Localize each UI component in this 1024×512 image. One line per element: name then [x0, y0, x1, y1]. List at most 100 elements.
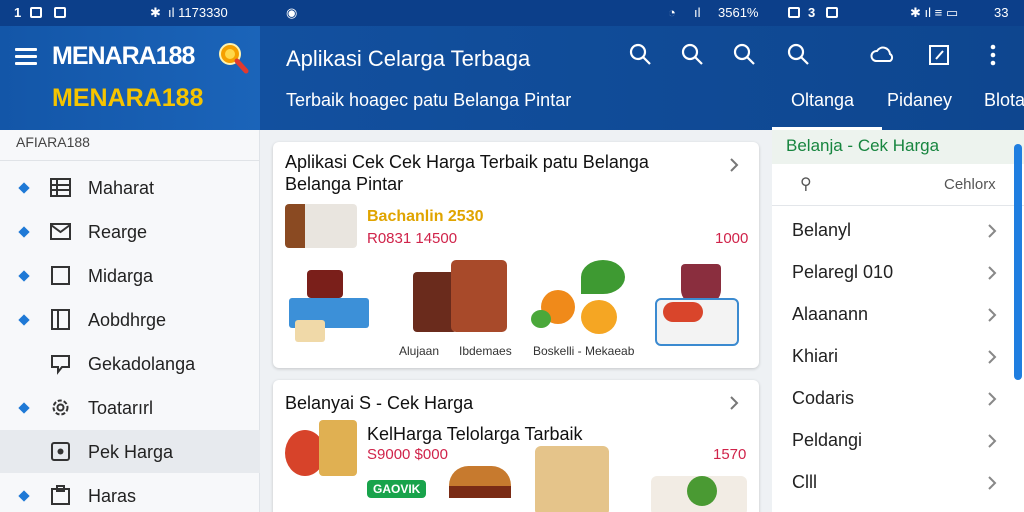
status-square-icon-3: [788, 5, 800, 20]
chat-icon: [51, 355, 70, 375]
nav-item-label: Pek Harga: [88, 442, 174, 462]
deal-title: KelHarga Telolarga Tarbaik: [367, 424, 583, 444]
status-bar: 1 ✱ ıl 1173330 ◉ ◔ ıl 3561% 3 ✱ ıl ≡ ▭ 3…: [0, 0, 1024, 26]
status-right-number: 3: [808, 5, 816, 20]
category-item[interactable]: Peldangi: [772, 420, 1012, 462]
deal-title: Bachanlin 2530: [367, 208, 484, 225]
nav-bullet-icon: [18, 182, 30, 194]
divider: [0, 160, 260, 161]
chevron-right-icon: [988, 434, 997, 448]
product-caption: Alujaan: [399, 344, 440, 358]
category-item[interactable]: Belanyl: [772, 210, 1012, 252]
category-panel: Belanja - Cek Harga ⚲ Cehlorx Belanyl Pe…: [772, 130, 1024, 512]
category-item-label: Codaris: [792, 388, 855, 408]
category-item-label: Khiari: [792, 346, 839, 366]
drawer-subtitle: AFIARA188: [16, 134, 90, 150]
nav-item-label: Haras: [88, 486, 137, 506]
nav-item-label: Gekadolanga: [88, 354, 196, 374]
product-card-2[interactable]: Belanyai S - Cek Harga KelHarga Telolarg…: [273, 380, 759, 512]
nav-bullet-icon: [18, 226, 30, 238]
nav-item-haras[interactable]: Haras: [0, 474, 260, 512]
gear-icon: [52, 399, 69, 416]
nav-item-rearge[interactable]: Rearge: [0, 210, 260, 253]
card-title: Aplikasi Cek Cek Harga Terbaik patu Bela…: [285, 151, 649, 195]
category-item-label: Alaanann: [792, 304, 869, 324]
deal-thumbnail: [285, 204, 357, 248]
more-vert-icon[interactable]: [980, 42, 1006, 68]
status-square-icon-2: [54, 5, 66, 20]
status-signal-text: ıl 1173330: [168, 5, 228, 20]
search-icon[interactable]: [628, 42, 654, 68]
chevron-right-icon[interactable]: [727, 396, 741, 410]
category-item[interactable]: Khiari: [772, 336, 1012, 378]
deal-thumbnail: [285, 420, 357, 478]
nav-item-aobdhrge[interactable]: Aobdhrge: [0, 298, 260, 341]
app-screen: 1 ✱ ıl 1173330 ◉ ◔ ıl 3561% 3 ✱ ıl ≡ ▭ 3…: [0, 0, 1024, 512]
chevron-right-icon: [988, 476, 997, 490]
product-image-snack-box: [535, 446, 609, 512]
app-title: Aplikasi Celarga Terbaga: [286, 46, 531, 71]
menu-icon[interactable]: [15, 48, 37, 66]
bluetooth-icon: ✱: [150, 5, 161, 20]
chevron-right-icon: [988, 266, 997, 280]
chevron-right-icon[interactable]: [727, 158, 741, 172]
product-image-vegetables: [531, 260, 631, 338]
nav-item-toatarirl[interactable]: Toatarırl: [0, 386, 260, 429]
card-title: Belanyai S - Cek Harga: [285, 393, 474, 413]
product-image-salad: [651, 476, 747, 512]
category-item[interactable]: Codaris: [772, 378, 1012, 420]
app-subtitle: Terbaik hoagec patu Belanga Pintar: [286, 90, 572, 110]
nav-item-label: Toatarırl: [88, 398, 154, 418]
nav-bullet-icon: [18, 314, 30, 326]
category-item[interactable]: Clll: [772, 462, 1012, 504]
product-caption: Ibdemaes: [459, 344, 512, 358]
search-icon: ⚲: [800, 176, 812, 193]
nav-item-gekadolanga[interactable]: Gekadolanga: [0, 342, 260, 385]
cloud-icon[interactable]: [870, 42, 896, 68]
signal-icon: ıl: [694, 5, 701, 20]
nav-bullet-icon: [18, 402, 30, 414]
deal-price: S9000 $000: [367, 446, 448, 463]
tab-blota[interactable]: Blota: [984, 90, 1024, 111]
product-image-spice-jars: [413, 260, 509, 340]
category-item[interactable]: Alaanann: [772, 294, 1012, 336]
product-card-1[interactable]: Aplikasi Cek Cek Harga Terbaik patu Bela…: [273, 142, 759, 368]
nav-item-label: Aobdhrge: [88, 310, 167, 330]
tab-oltanga[interactable]: Oltanga: [791, 90, 854, 111]
tab-pidaney[interactable]: Pidaney: [887, 90, 952, 111]
folder-icon: [51, 485, 70, 505]
category-item-label: Clll: [792, 472, 817, 492]
nav-item-pek-harga[interactable]: Pek Harga: [0, 430, 260, 473]
scrollbar[interactable]: [1014, 144, 1022, 380]
category-item-label: Peldangi: [792, 430, 863, 450]
nav-item-maharat[interactable]: Maharat: [0, 166, 260, 209]
category-search[interactable]: ⚲ Cehlorx: [772, 166, 1024, 206]
status-square-icon: [30, 5, 42, 20]
search-icon-4[interactable]: [786, 42, 812, 68]
search-icon-3[interactable]: [732, 42, 758, 68]
deal-price: R0831 14500: [367, 230, 458, 247]
nav-bullet-icon: [18, 270, 30, 282]
nav-item-midarga[interactable]: Midarga: [0, 254, 260, 297]
search-icon-2[interactable]: [680, 42, 706, 68]
square-icon: [51, 266, 70, 285]
list-icon: [50, 178, 71, 197]
status-circle-icon: ◉: [286, 5, 298, 20]
app-bar: Aplikasi Celarga Terbaga Terbaik hoagec …: [260, 26, 1024, 130]
status-badge: GAOVIK: [367, 480, 427, 498]
edit-icon[interactable]: [926, 42, 952, 68]
product-image-smoothie: [655, 260, 739, 350]
category-item-label: Pelaregl 010: [792, 262, 894, 282]
status-right-end: 33: [994, 5, 1009, 20]
chevron-right-icon: [988, 308, 997, 322]
chevron-right-icon: [988, 224, 997, 238]
product-image-burger: [449, 466, 511, 512]
card-title-text: Aplikasi Cek Cek Harga Terbaik patu Bela…: [285, 152, 649, 194]
nav-item-label: Midarga: [88, 266, 154, 286]
magnifier-logo-icon: [219, 43, 249, 74]
category-item[interactable]: Pelaregl 010: [772, 252, 1012, 294]
nav-item-label: Maharat: [88, 178, 155, 198]
product-caption: Boskelli - Mekaeab: [533, 344, 635, 358]
deal-price-right: 1570: [713, 446, 747, 463]
brand-name: MENARA188: [52, 84, 204, 112]
